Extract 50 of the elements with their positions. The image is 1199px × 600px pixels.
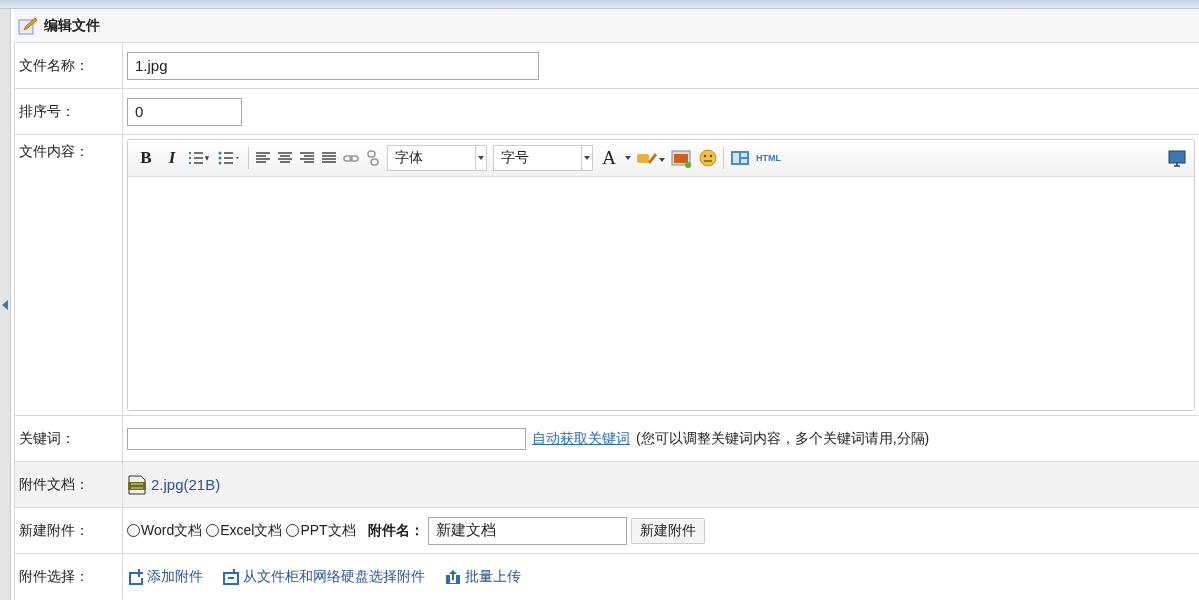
font-color-button[interactable]: A bbox=[599, 147, 619, 169]
field-label: 附件文档： bbox=[19, 475, 89, 494]
radio-label: Word文档 bbox=[141, 521, 203, 540]
action-link[interactable]: 从文件柜和网络硬盘选择附件 bbox=[243, 568, 425, 586]
upload-icon[interactable] bbox=[445, 569, 461, 585]
layout-grid-icon[interactable] bbox=[730, 149, 750, 167]
field-label: 附件选择： bbox=[19, 568, 89, 586]
unlink-icon[interactable] bbox=[365, 150, 381, 166]
image-icon[interactable] bbox=[671, 147, 693, 169]
align-left-icon[interactable] bbox=[255, 150, 271, 166]
field-label: 关键词： bbox=[19, 429, 75, 448]
html-source-button[interactable]: HTML bbox=[756, 153, 781, 163]
font-size-select[interactable]: 字号 bbox=[493, 145, 593, 171]
field-label: 文件名称： bbox=[19, 56, 89, 75]
caret-icon bbox=[478, 156, 484, 160]
new-attachment-button[interactable]: 新建附件 bbox=[630, 517, 705, 544]
bullet-list-icon[interactable] bbox=[218, 150, 242, 166]
edit-pencil-icon bbox=[18, 16, 38, 35]
collapse-arrow-icon[interactable] bbox=[2, 299, 8, 310]
section-title: 编辑文件 bbox=[44, 16, 100, 35]
auto-keyword-link[interactable]: 自动获取关键词 bbox=[532, 429, 630, 448]
align-center-icon[interactable] bbox=[277, 150, 293, 166]
justify-icon[interactable] bbox=[321, 150, 337, 166]
jpg-file-icon bbox=[127, 474, 147, 495]
bold-button[interactable]: B bbox=[136, 148, 156, 168]
align-right-icon[interactable] bbox=[299, 150, 315, 166]
highlight-pen-icon[interactable] bbox=[637, 150, 665, 166]
smiley-icon[interactable] bbox=[699, 149, 717, 167]
rich-text-editor[interactable]: B I 字体 字号 A HTML bbox=[127, 139, 1195, 411]
file-size: (21B) bbox=[183, 476, 221, 493]
attachment-link[interactable]: 2.jpg bbox=[151, 476, 184, 493]
field-label: 文件内容： bbox=[19, 143, 89, 161]
caret-icon bbox=[584, 156, 590, 160]
action-link[interactable]: 添加附件 bbox=[147, 568, 203, 586]
add-file-icon[interactable] bbox=[127, 569, 143, 585]
keyword-hint: (您可以调整关键词内容，多个关键词请用,分隔) bbox=[636, 429, 930, 448]
caret-icon[interactable] bbox=[625, 156, 631, 160]
italic-button[interactable]: I bbox=[162, 148, 182, 168]
sort-order-field[interactable]: 0 bbox=[127, 97, 242, 126]
field-label: 新建附件： bbox=[19, 521, 89, 540]
radio-label: Excel文档 bbox=[220, 521, 283, 540]
action-link[interactable]: 批量上传 bbox=[465, 568, 521, 586]
attachment-name-field[interactable]: 新建文档 bbox=[427, 516, 627, 545]
radio-label: PPT文档 bbox=[300, 521, 356, 540]
font-family-select[interactable]: 字体 bbox=[387, 145, 487, 171]
field-label: 排序号： bbox=[19, 102, 75, 121]
file-name-field[interactable]: 1.jpg bbox=[127, 51, 539, 80]
fullscreen-monitor-icon[interactable] bbox=[1168, 149, 1186, 167]
keyword-field[interactable] bbox=[127, 427, 526, 450]
attachment-name-label: 附件名： bbox=[367, 521, 424, 540]
